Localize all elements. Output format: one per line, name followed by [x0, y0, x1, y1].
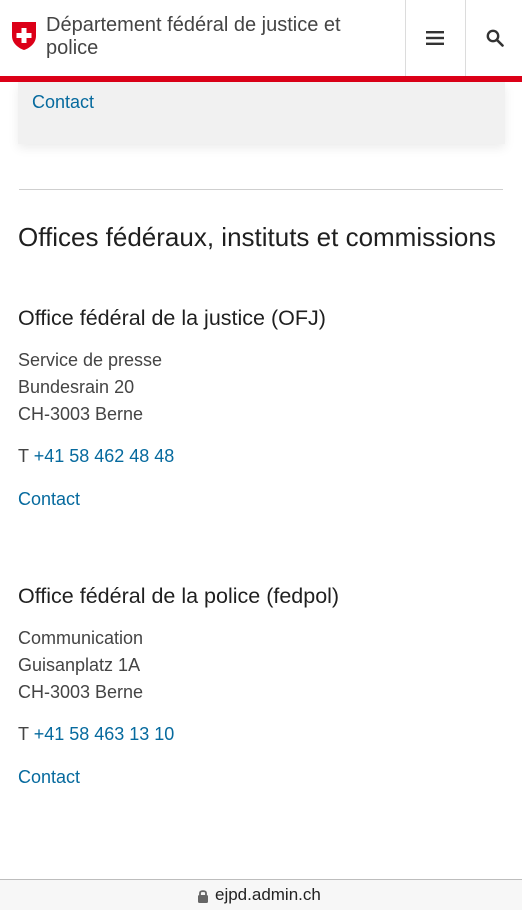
contact-link[interactable]: Contact	[18, 489, 80, 510]
search-button[interactable]	[465, 0, 522, 76]
address-line: CH-3003 Berne	[18, 404, 144, 424]
office-title: Office fédéral de la police (fedpol)	[18, 584, 340, 608]
section-title: Offices fédéraux, instituts et commissio…	[18, 222, 496, 252]
menu-button[interactable]	[405, 0, 464, 76]
address-line: Bundesrain 20	[18, 377, 135, 397]
section-divider	[19, 189, 503, 190]
office-address: Service de presse Bundesrain 20 CH-3003 …	[18, 347, 162, 428]
address-line: CH-3003 Berne	[18, 682, 144, 702]
office-address: Communication Guisanplatz 1A CH-3003 Ber…	[18, 625, 143, 706]
site-header: Département fédéral de justice et police	[0, 0, 522, 76]
browser-url-bar[interactable]: ejpd.admin.ch	[0, 879, 522, 910]
url-text[interactable]: ejpd.admin.ch	[215, 885, 321, 905]
phone-prefix: T	[18, 724, 29, 744]
contact-link[interactable]: Contact	[32, 92, 94, 113]
contact-link[interactable]: Contact	[18, 767, 80, 788]
phone-link[interactable]: +41 58 463 13 10	[34, 724, 175, 744]
address-line: Service de presse	[18, 350, 163, 370]
hamburger-menu-icon	[426, 31, 444, 45]
office-phone: T +41 58 463 13 10	[18, 724, 174, 745]
search-icon	[486, 29, 504, 47]
swiss-coat-of-arms-logo[interactable]	[11, 21, 37, 51]
address-line: Guisanplatz 1A	[18, 655, 141, 675]
phone-link[interactable]: +41 58 462 48 48	[34, 446, 175, 466]
phone-prefix: T	[18, 446, 29, 466]
office-title: Office fédéral de la justice (OFJ)	[18, 306, 326, 330]
department-name[interactable]: Département fédéral de justice et police	[46, 14, 366, 60]
previous-contact-card: Contact	[18, 82, 505, 144]
lock-icon	[198, 890, 208, 903]
office-phone: T +41 58 462 48 48	[18, 446, 174, 467]
address-line: Communication	[18, 628, 144, 648]
